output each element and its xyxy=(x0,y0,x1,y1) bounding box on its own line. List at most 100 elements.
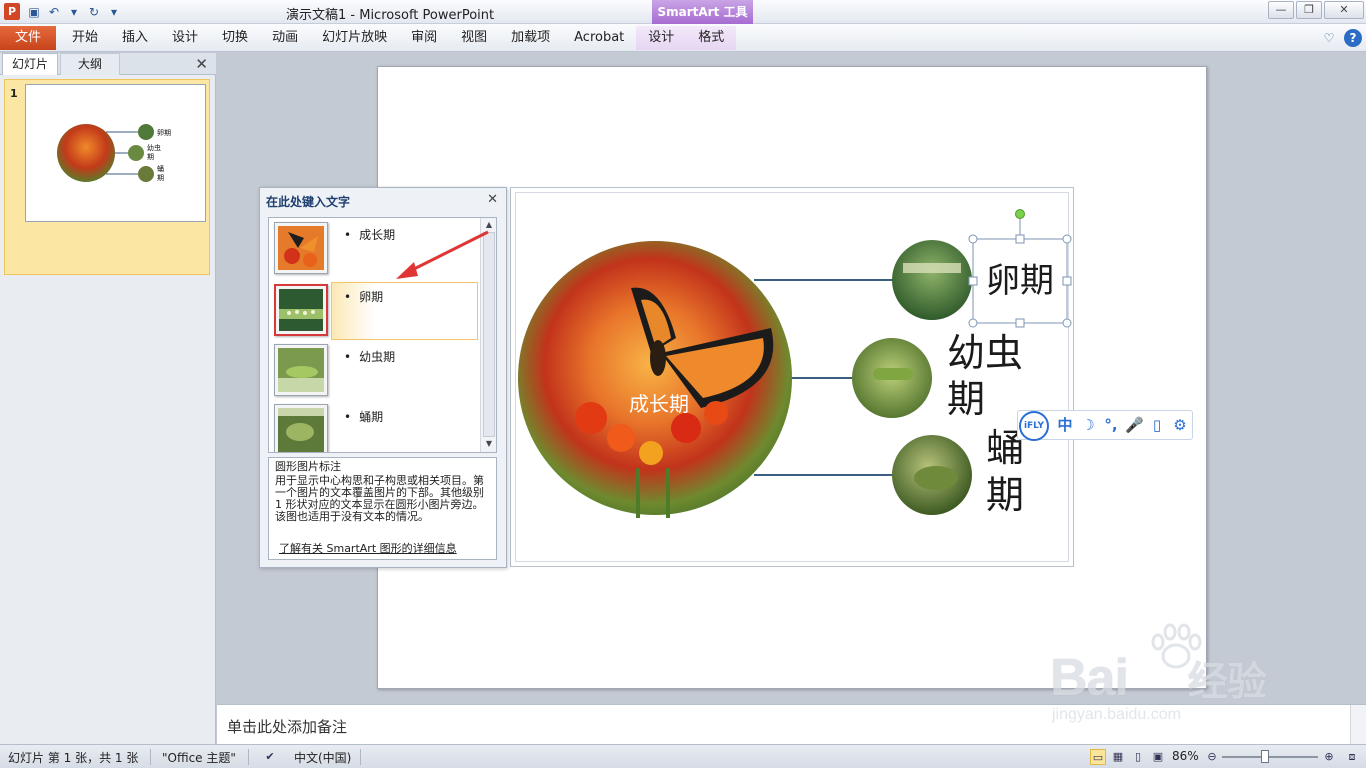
list-item-text[interactable]: 成长期 xyxy=(344,226,395,243)
minimize-button[interactable]: — xyxy=(1268,1,1294,19)
scroll-down-icon[interactable]: ▼ xyxy=(483,438,495,450)
resize-handle-b[interactable] xyxy=(1015,318,1025,328)
picture-placeholder-icon[interactable] xyxy=(274,344,328,396)
soft-keyboard-icon[interactable]: ▯ xyxy=(1148,416,1166,434)
slideshow-view-icon[interactable]: ▣ xyxy=(1150,749,1166,765)
list-item-text[interactable]: 幼虫期 xyxy=(344,348,395,365)
slide-thumbnail-selected[interactable]: 卵期 幼虫 期 蛹 期 xyxy=(4,79,210,275)
smartart-tools-group: SmartArt 工具 xyxy=(652,0,753,24)
zoom-out-icon[interactable]: ⊖ xyxy=(1204,749,1220,765)
ribbon-right-controls: ♡ ? xyxy=(1320,29,1362,47)
notes-scrollbar[interactable] xyxy=(1350,705,1366,745)
fit-to-window-icon[interactable]: ⧈ xyxy=(1344,749,1360,765)
resize-handle-t[interactable] xyxy=(1015,234,1025,244)
text-pane-close-icon[interactable]: ✕ xyxy=(487,192,498,207)
tab-smartart-format[interactable]: 格式 xyxy=(686,26,737,50)
tab-outline[interactable]: 大纲 xyxy=(60,53,120,75)
tab-addins[interactable]: 加载项 xyxy=(499,26,562,50)
picture-placeholder-icon[interactable] xyxy=(274,222,328,274)
tab-view[interactable]: 视图 xyxy=(449,26,499,50)
tab-transitions[interactable]: 切换 xyxy=(210,26,260,50)
list-item[interactable]: 卵期 xyxy=(269,280,480,340)
baidu-watermark: Bai 经验 jingyan.baidu.com xyxy=(1050,623,1300,740)
normal-view-icon[interactable]: ▭ xyxy=(1090,749,1106,765)
rotate-handle[interactable] xyxy=(1015,209,1025,219)
zoom-slider-track[interactable] xyxy=(1222,756,1318,758)
restore-button[interactable]: ❐ xyxy=(1296,1,1322,19)
resize-handle-l[interactable] xyxy=(968,276,978,286)
customize-qat-icon[interactable]: ▾ xyxy=(106,4,122,20)
ifly-logo-icon[interactable]: iFLY xyxy=(1019,411,1049,441)
list-item[interactable]: 成长期 xyxy=(269,218,480,278)
resize-handle-br[interactable] xyxy=(1062,318,1072,328)
ribbon: 文件 开始 插入 设计 切换 动画 幻灯片放映 审阅 视图 加载项 Acroba… xyxy=(0,24,1366,52)
settings-gear-icon[interactable]: ⚙ xyxy=(1171,416,1189,434)
smartart-info-link[interactable]: 了解有关 SmartArt 图形的详细信息 xyxy=(279,543,457,555)
tab-home[interactable]: 开始 xyxy=(60,26,110,50)
egg-picture-circle[interactable] xyxy=(892,240,972,320)
tab-design[interactable]: 设计 xyxy=(160,26,210,50)
picture-placeholder-icon[interactable] xyxy=(274,284,328,336)
punctuation-icon[interactable]: °, xyxy=(1102,416,1120,434)
tab-acrobat[interactable]: Acrobat xyxy=(562,26,636,50)
list-item-text[interactable]: 蛹期 xyxy=(344,408,383,425)
theme-status[interactable]: "Office 主题" xyxy=(162,749,236,766)
chinese-mode-icon[interactable]: 中 xyxy=(1056,416,1074,434)
zoom-in-icon[interactable]: ⊕ xyxy=(1321,749,1337,765)
scroll-up-icon[interactable]: ▲ xyxy=(483,219,495,231)
resize-handle-r[interactable] xyxy=(1062,276,1072,286)
tab-slides[interactable]: 幻灯片 xyxy=(2,53,58,75)
text-pane-scrollbar[interactable]: ▲ ▼ xyxy=(480,218,496,452)
label-pupa-line2[interactable]: 期 xyxy=(986,473,1024,517)
zoom-slider-thumb[interactable] xyxy=(1261,750,1269,763)
spell-check-icon[interactable]: ✔ xyxy=(262,749,278,765)
tab-smartart-design[interactable]: 设计 xyxy=(636,26,687,50)
smartart-graphic[interactable]: 成长期 卵期 幼虫 期 蛹 期 xyxy=(511,188,1075,568)
list-item-text[interactable]: 卵期 xyxy=(344,288,383,305)
layout-name: 圆形图片标注 xyxy=(275,460,341,473)
help-icon[interactable]: ? xyxy=(1344,29,1362,47)
resize-handle-tr[interactable] xyxy=(1062,234,1072,244)
caterpillar-shape xyxy=(873,368,913,380)
tab-animations[interactable]: 动画 xyxy=(260,26,310,50)
redo-icon[interactable]: ↻ xyxy=(86,4,102,20)
picture-placeholder-icon[interactable] xyxy=(274,404,328,452)
powerpoint-app-icon[interactable]: P xyxy=(4,3,20,20)
minimize-ribbon-icon[interactable]: ♡ xyxy=(1320,29,1338,47)
text-pane-title: 在此处键入文字 xyxy=(266,195,351,209)
zoom-level[interactable]: 86% xyxy=(1172,749,1199,763)
list-item[interactable]: 蛹期 xyxy=(269,400,480,452)
tab-slideshow[interactable]: 幻灯片放映 xyxy=(310,26,399,50)
tab-review[interactable]: 审阅 xyxy=(399,26,449,50)
half-width-moon-icon[interactable]: ☽ xyxy=(1079,416,1097,434)
watermark-url: jingyan.baidu.com xyxy=(1052,706,1181,723)
slide-thumbnail[interactable]: 卵期 幼虫 期 蛹 期 xyxy=(25,84,206,222)
label-larva-line1[interactable]: 幼虫 xyxy=(947,331,1023,375)
undo-dropdown-icon[interactable]: ▾ xyxy=(66,4,82,20)
resize-handle-bl[interactable] xyxy=(968,318,978,328)
label-egg[interactable]: 卵期 xyxy=(986,261,1054,301)
notes-placeholder[interactable]: 单击此处添加备注 xyxy=(227,716,347,737)
language-status[interactable]: 中文(中国) xyxy=(294,749,351,766)
tab-file[interactable]: 文件 xyxy=(0,26,56,50)
save-icon[interactable]: ▣ xyxy=(26,4,42,20)
label-larva-line2[interactable]: 期 xyxy=(947,377,985,421)
tab-insert[interactable]: 插入 xyxy=(110,26,160,50)
status-divider xyxy=(248,749,249,765)
microphone-icon[interactable]: 🎤 xyxy=(1125,416,1144,434)
slide-sorter-icon[interactable]: ▦ xyxy=(1110,749,1126,765)
resize-handle-tl[interactable] xyxy=(968,234,978,244)
window-title: 演示文稿1 - Microsoft PowerPoint xyxy=(286,8,495,23)
reading-view-icon[interactable]: ▯ xyxy=(1130,749,1146,765)
slide-number: 1 xyxy=(10,87,18,100)
pupa-shape xyxy=(914,466,958,490)
scrollbar-thumb[interactable] xyxy=(483,232,495,437)
undo-icon[interactable]: ↶ xyxy=(46,4,62,20)
center-label[interactable]: 成长期 xyxy=(629,392,689,416)
status-divider xyxy=(150,749,151,765)
close-window-button[interactable]: ✕ xyxy=(1324,1,1364,19)
thumbnail-preview: 卵期 幼虫 期 蛹 期 xyxy=(57,124,171,182)
list-item[interactable]: 幼虫期 xyxy=(269,340,480,400)
smartart-frame[interactable]: 成长期 卵期 幼虫 期 蛹 期 xyxy=(510,187,1074,567)
close-panel-icon[interactable]: ✕ xyxy=(195,55,208,73)
